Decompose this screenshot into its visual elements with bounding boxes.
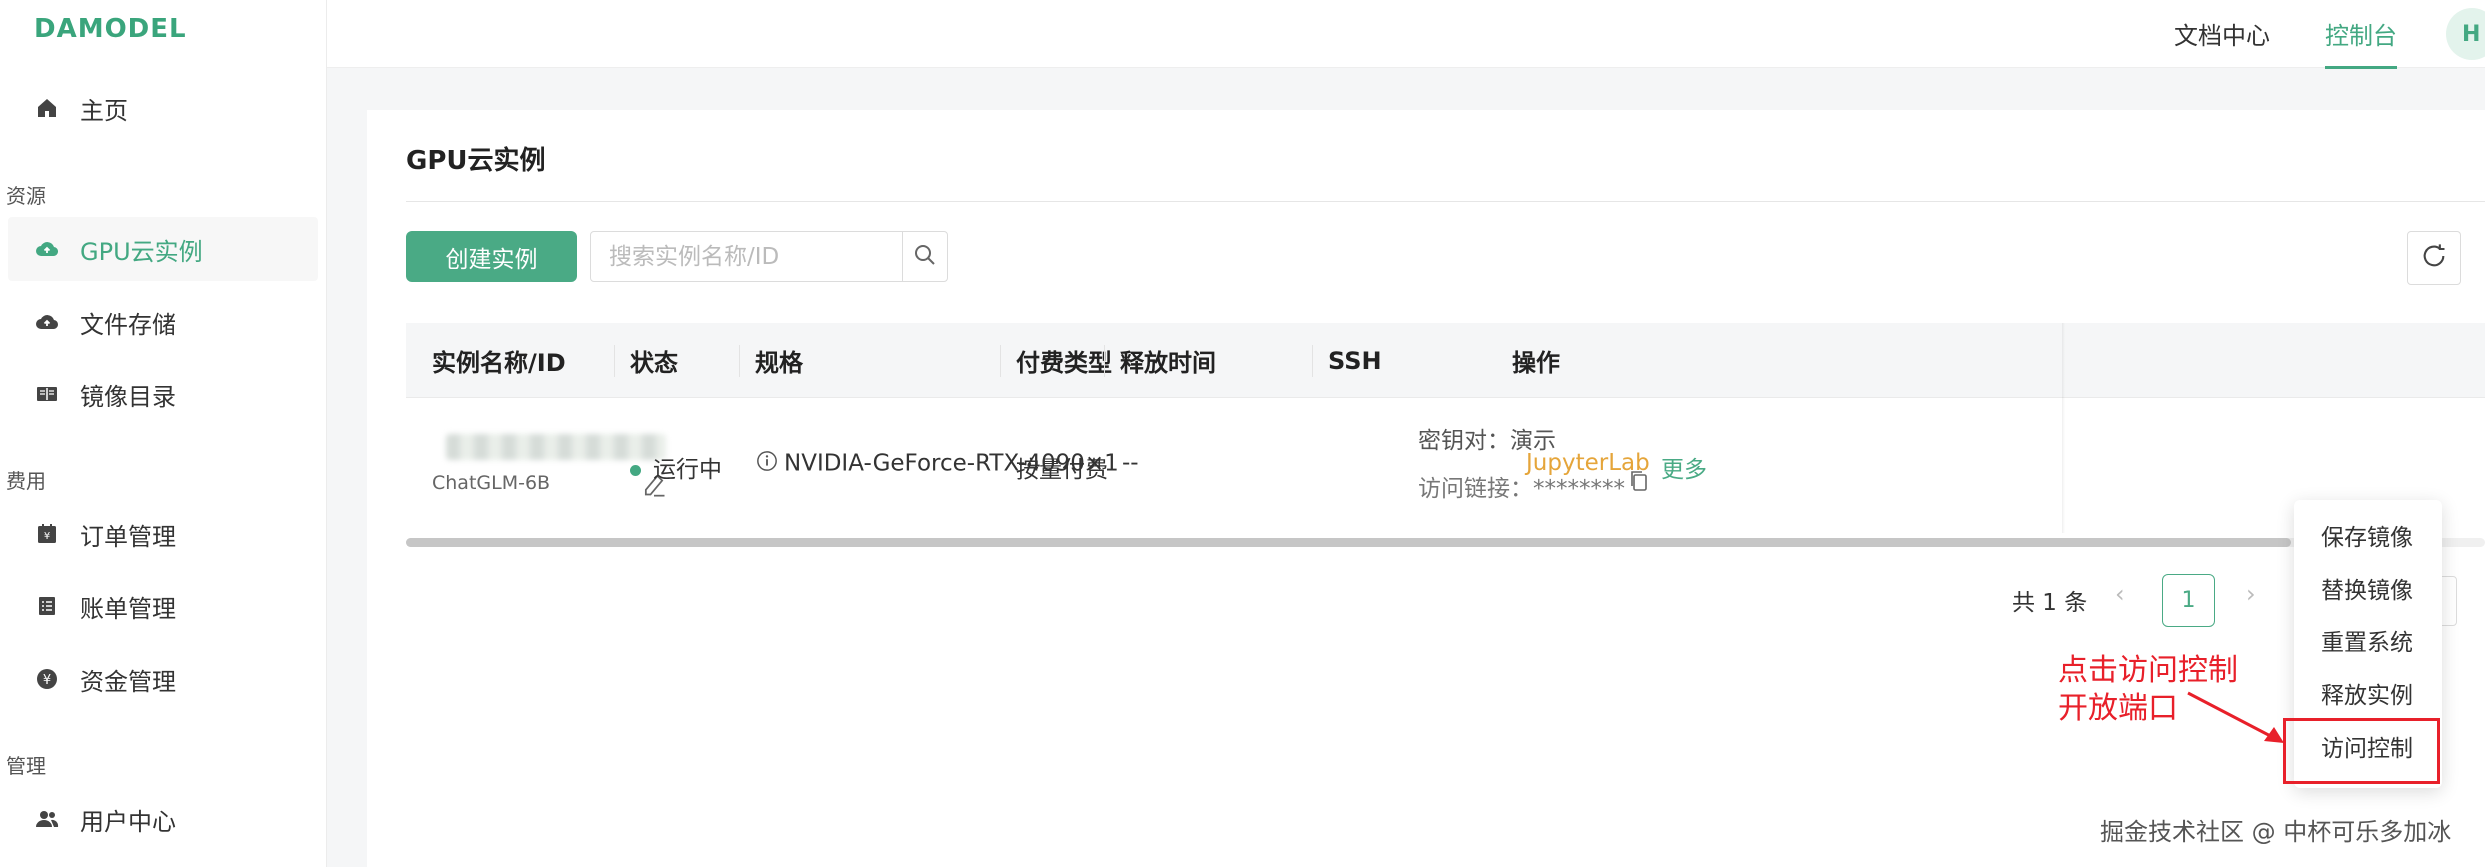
yen-icon: ¥ [34,666,60,692]
sidebar-item-label: 资金管理 [80,667,176,696]
sidebar-item-image-catalog[interactable]: 镜像目录 [8,362,318,426]
pagination-total: 共 1 条 [2012,590,2088,616]
sidebar-group-billing: 费用 [6,469,46,493]
sidebar-item-label: 文件存储 [80,310,176,339]
more-actions-link[interactable]: 更多 [1661,450,1707,484]
menu-item-reset-system[interactable]: 重置系统 [2321,623,2413,657]
console-link[interactable]: 控制台 [2325,16,2397,51]
sidebar-item-orders[interactable]: ¥ 订单管理 [8,502,318,566]
sidebar-item-label: 用户中心 [80,807,176,836]
sidebar-item-label: 镜像目录 [80,382,176,411]
table-header: 实例名称/ID 状态 规格 付费类型 释放时间 SSH 操作 [406,323,2485,398]
sidebar-item-label: 订单管理 [80,522,176,551]
sidebar-item-file-storage[interactable]: 文件存储 [8,290,318,354]
annotation-highlight-box [2283,718,2440,784]
docs-center-link[interactable]: 文档中心 [2174,16,2270,51]
cloud-upload-icon [34,309,60,335]
column-header-name[interactable]: 实例名称/ID [406,323,566,398]
search-icon [913,243,937,271]
status-badge: 运行中 [653,457,722,483]
annotation-text-line2: 开放端口 [2058,691,2178,726]
sidebar-item-bills[interactable]: 账单管理 [8,574,318,638]
top-bar [327,0,2485,68]
svg-text:¥: ¥ [44,531,50,542]
cloud-gpu-icon [34,236,60,262]
refresh-button[interactable] [2407,231,2461,285]
column-header-actions: 操作 [1512,349,1560,377]
active-tab-indicator [2325,66,2397,69]
next-page-icon[interactable]: › [2246,580,2256,608]
column-header-release-time[interactable]: 释放时间 [1094,323,1216,398]
refresh-icon [2420,242,2448,274]
list-icon [34,593,60,619]
sidebar-item-gpu-instances[interactable]: GPU云实例 [8,217,318,281]
sidebar-item-label: 账单管理 [80,594,176,623]
column-header-status[interactable]: 状态 [604,323,678,398]
home-icon [34,95,60,121]
prev-page-icon[interactable]: ‹ [2115,580,2125,608]
create-instance-button[interactable]: 创建实例 [406,231,577,282]
users-icon [34,806,60,832]
search-box [590,231,948,282]
release-time: -- [1122,450,1139,476]
table-row: ChatGLM-6B 运行中 NVIDIA-GeForce-RTX-4090×1… [406,398,2485,524]
status-cell: 运行中 [630,450,722,484]
title-divider [406,201,2485,202]
sidebar-item-home[interactable]: 主页 [8,76,318,140]
sidebar: DAMODEL 主页 资源 GPU云实例 文件存储 镜像目录 费用 ¥ 订单管理 [0,0,327,867]
column-header-spec[interactable]: 规格 [729,323,803,398]
annotation-arrow-icon [2187,691,2284,743]
sidebar-item-funds[interactable]: ¥ 资金管理 [8,647,318,711]
status-dot [630,465,641,476]
info-icon[interactable] [756,450,778,478]
menu-item-release-instance[interactable]: 释放实例 [2321,676,2413,710]
menu-item-replace-image[interactable]: 替换镜像 [2321,571,2413,605]
order-icon: ¥ [34,521,60,547]
jupyterlab-link[interactable]: JupyterLab [1526,450,1650,476]
page-number[interactable]: 1 [2162,574,2215,627]
watermark: 掘金技术社区 @ 中杯可乐多加冰 [2100,818,2452,846]
sidebar-group-admin: 管理 [6,754,46,778]
search-input[interactable] [591,232,902,281]
menu-item-save-image[interactable]: 保存镜像 [2321,518,2413,552]
page-title: GPU云实例 [406,146,546,176]
svg-text:¥: ¥ [43,673,51,688]
sidebar-item-label: GPU云实例 [80,237,203,266]
sidebar-item-label: 主页 [80,96,128,125]
book-icon [34,381,60,407]
sidebar-item-users[interactable]: 用户中心 [8,787,318,851]
brand-logo[interactable]: DAMODEL [34,14,187,44]
sidebar-group-resources: 资源 [6,184,46,208]
instance-name: ChatGLM-6B [432,472,551,494]
search-button[interactable] [902,232,947,281]
main-card: GPU云实例 创建实例 实例名称/ID 状态 规格 付费类型 释放时间 SSH … [367,110,2485,867]
column-header-ssh[interactable]: SSH [1302,323,1382,398]
horizontal-scrollbar[interactable] [406,538,2291,547]
billing-type: 按量付费 [1016,457,1108,483]
